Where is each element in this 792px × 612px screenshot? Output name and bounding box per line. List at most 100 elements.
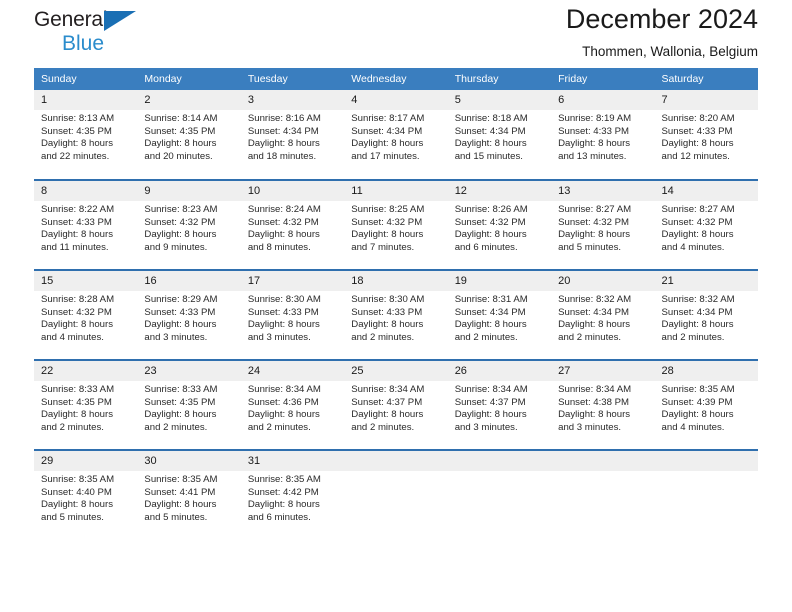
day-number: 14 <box>654 181 758 201</box>
day-cell[interactable]: 29 Sunrise: 8:35 AM Sunset: 4:40 PM Dayligh… <box>34 449 138 540</box>
day-cell[interactable]: 24 Sunrise: 8:34 AM Sunset: 4:36 PM Dayligh… <box>240 359 345 450</box>
week-row: 22 Sunrise: 8:33 AM Sunset: 4:35 PM Dayligh… <box>34 359 758 450</box>
day-cell[interactable]: 17 Sunrise: 8:30 AM Sunset: 4:33 PM Dayligh… <box>240 269 345 360</box>
day-cell[interactable]: 20 Sunrise: 8:32 AM Sunset: 4:34 PM Dayligh… <box>551 269 655 360</box>
day-details: Sunrise: 8:14 AM Sunset: 4:35 PM Daylight:… <box>137 110 240 163</box>
day-details: Sunrise: 8:35 AM Sunset: 4:41 PM Daylight:… <box>137 471 240 524</box>
day-details: Sunrise: 8:16 AM Sunset: 4:34 PM Daylight:… <box>241 110 344 163</box>
day-cell[interactable]: 21 Sunrise: 8:32 AM Sunset: 4:34 PM Dayligh… <box>654 269 758 360</box>
daylight-text-line1: Daylight: 8 hours <box>247 229 320 241</box>
daylight-text-line1: Daylight: 8 hours <box>144 409 217 421</box>
day-number <box>551 451 655 471</box>
day-details: Sunrise: 8:31 AM Sunset: 4:34 PM Daylight:… <box>448 291 551 344</box>
day-details: Sunrise: 8:28 AM Sunset: 4:32 PM Daylight:… <box>34 291 137 344</box>
day-cell[interactable]: 9 Sunrise: 8:23 AM Sunset: 4:32 PM Daylight… <box>137 179 241 270</box>
sunrise-text: Sunrise: 8:35 AM <box>247 474 321 485</box>
day-cell[interactable]: 30 Sunrise: 8:35 AM Sunset: 4:41 PM Dayligh… <box>137 449 241 540</box>
day-details: Sunrise: 8:22 AM Sunset: 4:33 PM Daylight:… <box>34 201 137 254</box>
daylight-text-line2: and 12 minutes. <box>661 150 730 162</box>
daylight-text-line2: and 9 minutes. <box>144 241 208 253</box>
sunset-text: Sunset: 4:41 PM <box>144 486 216 498</box>
daylight-text-line1: Daylight: 8 hours <box>661 409 734 421</box>
day-cell[interactable]: 27 Sunrise: 8:34 AM Sunset: 4:38 PM Dayligh… <box>551 359 655 450</box>
day-number: 29 <box>34 451 138 471</box>
sunrise-text: Sunrise: 8:17 AM <box>351 113 425 124</box>
daylight-text-line2: and 13 minutes. <box>558 150 627 162</box>
day-number <box>344 451 448 471</box>
day-details: Sunrise: 8:34 AM Sunset: 4:36 PM Daylight:… <box>241 381 344 434</box>
day-cell[interactable]: 28 Sunrise: 8:35 AM Sunset: 4:39 PM Dayligh… <box>654 359 758 450</box>
sunrise-text: Sunrise: 8:34 AM <box>247 384 321 395</box>
day-number: 25 <box>344 361 448 381</box>
sunset-text: Sunset: 4:32 PM <box>661 216 733 228</box>
weekday-header-wednesday: Wednesday <box>344 68 448 90</box>
sunset-text: Sunset: 4:33 PM <box>558 125 630 137</box>
day-cell[interactable]: 13 Sunrise: 8:27 AM Sunset: 4:32 PM Dayligh… <box>551 179 655 270</box>
day-number: 8 <box>34 181 138 201</box>
sunrise-text: Sunrise: 8:34 AM <box>454 384 528 395</box>
sunset-text: Sunset: 4:34 PM <box>454 306 526 318</box>
day-cell[interactable]: 31 Sunrise: 8:35 AM Sunset: 4:42 PM Dayligh… <box>240 449 345 540</box>
daylight-text-line1: Daylight: 8 hours <box>41 229 113 241</box>
week-row: 29 Sunrise: 8:35 AM Sunset: 4:40 PM Dayligh… <box>34 449 758 540</box>
day-number: 23 <box>137 361 241 381</box>
daylight-text-line2: and 7 minutes. <box>351 241 415 253</box>
day-details: Sunrise: 8:30 AM Sunset: 4:33 PM Daylight:… <box>344 291 447 344</box>
daylight-text-line2: and 2 minutes. <box>558 331 622 343</box>
day-cell[interactable]: 16 Sunrise: 8:29 AM Sunset: 4:33 PM Dayligh… <box>137 269 241 360</box>
day-cell[interactable]: 2 Sunrise: 8:14 AM Sunset: 4:35 PM Daylight… <box>137 90 241 180</box>
day-cell[interactable]: 26 Sunrise: 8:34 AM Sunset: 4:37 PM Dayligh… <box>447 359 552 450</box>
day-details: Sunrise: 8:34 AM Sunset: 4:38 PM Daylight:… <box>551 381 654 434</box>
day-cell[interactable]: 12 Sunrise: 8:26 AM Sunset: 4:32 PM Dayligh… <box>447 179 552 270</box>
day-details: Sunrise: 8:23 AM Sunset: 4:32 PM Daylight:… <box>137 201 240 254</box>
daylight-text-line2: and 2 minutes. <box>247 421 311 433</box>
day-cell[interactable]: 6 Sunrise: 8:19 AM Sunset: 4:33 PM Daylight… <box>551 90 655 180</box>
daylight-text-line1: Daylight: 8 hours <box>41 499 113 511</box>
day-number: 10 <box>240 181 345 201</box>
day-cell[interactable]: 14 Sunrise: 8:27 AM Sunset: 4:32 PM Dayligh… <box>654 179 758 270</box>
day-cell[interactable]: 11 Sunrise: 8:25 AM Sunset: 4:32 PM Dayligh… <box>344 179 448 270</box>
daylight-text-line1: Daylight: 8 hours <box>247 138 320 150</box>
sunrise-text: Sunrise: 8:28 AM <box>41 294 115 305</box>
day-details: Sunrise: 8:35 AM Sunset: 4:42 PM Daylight:… <box>241 471 344 524</box>
day-cell[interactable]: 8 Sunrise: 8:22 AM Sunset: 4:33 PM Daylight… <box>34 179 138 270</box>
daylight-text-line1: Daylight: 8 hours <box>144 229 217 241</box>
day-details: Sunrise: 8:19 AM Sunset: 4:33 PM Daylight:… <box>551 110 654 163</box>
day-cell[interactable]: 5 Sunrise: 8:18 AM Sunset: 4:34 PM Daylight… <box>447 90 552 180</box>
sunset-text: Sunset: 4:34 PM <box>661 306 733 318</box>
day-cell-empty <box>344 449 448 540</box>
sunrise-text: Sunrise: 8:33 AM <box>144 384 218 395</box>
week-row: 15 Sunrise: 8:28 AM Sunset: 4:32 PM Dayligh… <box>34 269 758 360</box>
title-block: December 2024 Thommen, Wallonia, Belgium <box>566 2 758 62</box>
sunrise-text: Sunrise: 8:25 AM <box>351 204 425 215</box>
day-number: 17 <box>240 271 345 291</box>
day-details: Sunrise: 8:30 AM Sunset: 4:33 PM Daylight:… <box>241 291 344 344</box>
day-number: 13 <box>551 181 655 201</box>
daylight-text-line1: Daylight: 8 hours <box>558 409 631 421</box>
calendar-body: 1 Sunrise: 8:13 AM Sunset: 4:35 PM Daylight… <box>34 90 758 540</box>
day-cell[interactable]: 18 Sunrise: 8:30 AM Sunset: 4:33 PM Dayligh… <box>344 269 448 360</box>
sunrise-text: Sunrise: 8:23 AM <box>144 204 218 215</box>
daylight-text-line2: and 6 minutes. <box>247 511 311 523</box>
day-cell[interactable]: 23 Sunrise: 8:33 AM Sunset: 4:35 PM Dayligh… <box>137 359 241 450</box>
day-cell[interactable]: 4 Sunrise: 8:17 AM Sunset: 4:34 PM Daylight… <box>344 90 448 180</box>
day-cell[interactable]: 3 Sunrise: 8:16 AM Sunset: 4:34 PM Daylight… <box>240 90 345 180</box>
day-cell[interactable]: 10 Sunrise: 8:24 AM Sunset: 4:32 PM Dayligh… <box>240 179 345 270</box>
day-cell[interactable]: 15 Sunrise: 8:28 AM Sunset: 4:32 PM Dayligh… <box>34 269 138 360</box>
day-cell[interactable]: 7 Sunrise: 8:20 AM Sunset: 4:33 PM Daylight… <box>654 90 758 180</box>
day-details: Sunrise: 8:34 AM Sunset: 4:37 PM Daylight:… <box>344 381 447 434</box>
sunrise-text: Sunrise: 8:27 AM <box>558 204 632 215</box>
day-details: Sunrise: 8:32 AM Sunset: 4:34 PM Daylight:… <box>655 291 758 344</box>
day-cell[interactable]: 22 Sunrise: 8:33 AM Sunset: 4:35 PM Dayligh… <box>34 359 138 450</box>
page-title: December 2024 <box>565 4 758 34</box>
day-cell[interactable]: 25 Sunrise: 8:34 AM Sunset: 4:37 PM Dayligh… <box>344 359 448 450</box>
daylight-text-line1: Daylight: 8 hours <box>144 319 217 331</box>
day-cell[interactable]: 19 Sunrise: 8:31 AM Sunset: 4:34 PM Dayligh… <box>447 269 552 360</box>
general-blue-logo[interactable]: General Blue <box>34 8 154 60</box>
calendar-grid: Sunday Monday Tuesday Wednesday Thursday… <box>34 68 758 540</box>
day-number: 7 <box>654 90 758 110</box>
day-cell[interactable]: 1 Sunrise: 8:13 AM Sunset: 4:35 PM Daylight… <box>34 90 138 180</box>
day-details: Sunrise: 8:20 AM Sunset: 4:33 PM Daylight:… <box>655 110 758 163</box>
logo-triangle-icon <box>104 11 136 31</box>
sunset-text: Sunset: 4:38 PM <box>558 396 630 408</box>
